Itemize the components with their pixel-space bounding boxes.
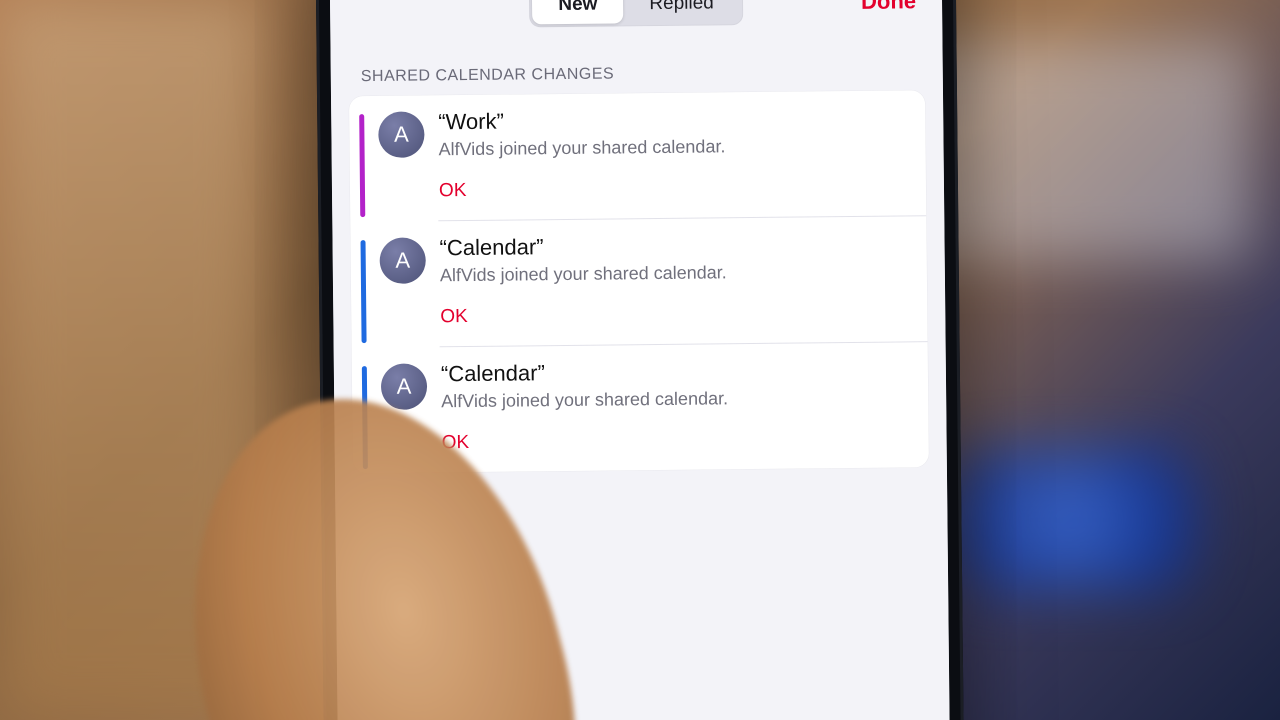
item-title: “Calendar” (441, 356, 912, 387)
changes-card: A “Work” AlfVids joined your shared cale… (349, 90, 929, 473)
phone-frame: 9:53 68 New Replied Done SHARED CALENDAR… (314, 0, 965, 720)
item-subtitle: AlfVids joined your shared calendar. (438, 134, 909, 160)
list-item[interactable]: A “Work” AlfVids joined your shared cale… (349, 90, 926, 221)
item-title: “Calendar” (439, 230, 910, 261)
tab-new[interactable]: New (532, 0, 623, 24)
ok-button[interactable]: OK (440, 300, 468, 334)
avatar: A (379, 237, 425, 283)
avatar: A (378, 111, 424, 157)
segmented-control[interactable]: New Replied (529, 0, 743, 27)
item-subtitle: AlfVids joined your shared calendar. (441, 386, 912, 412)
tab-replied[interactable]: Replied (623, 0, 740, 23)
section-header: SHARED CALENDAR CHANGES (330, 28, 943, 96)
ok-button[interactable]: OK (439, 174, 467, 208)
list-item[interactable]: A “Calendar” AlfVids joined your shared … (350, 216, 927, 347)
avatar: A (381, 363, 427, 409)
calendar-color-stripe (361, 240, 367, 343)
item-subtitle: AlfVids joined your shared calendar. (440, 260, 911, 286)
item-title: “Work” (438, 104, 909, 135)
done-button[interactable]: Done (861, 0, 916, 15)
calendar-color-stripe (359, 114, 365, 217)
